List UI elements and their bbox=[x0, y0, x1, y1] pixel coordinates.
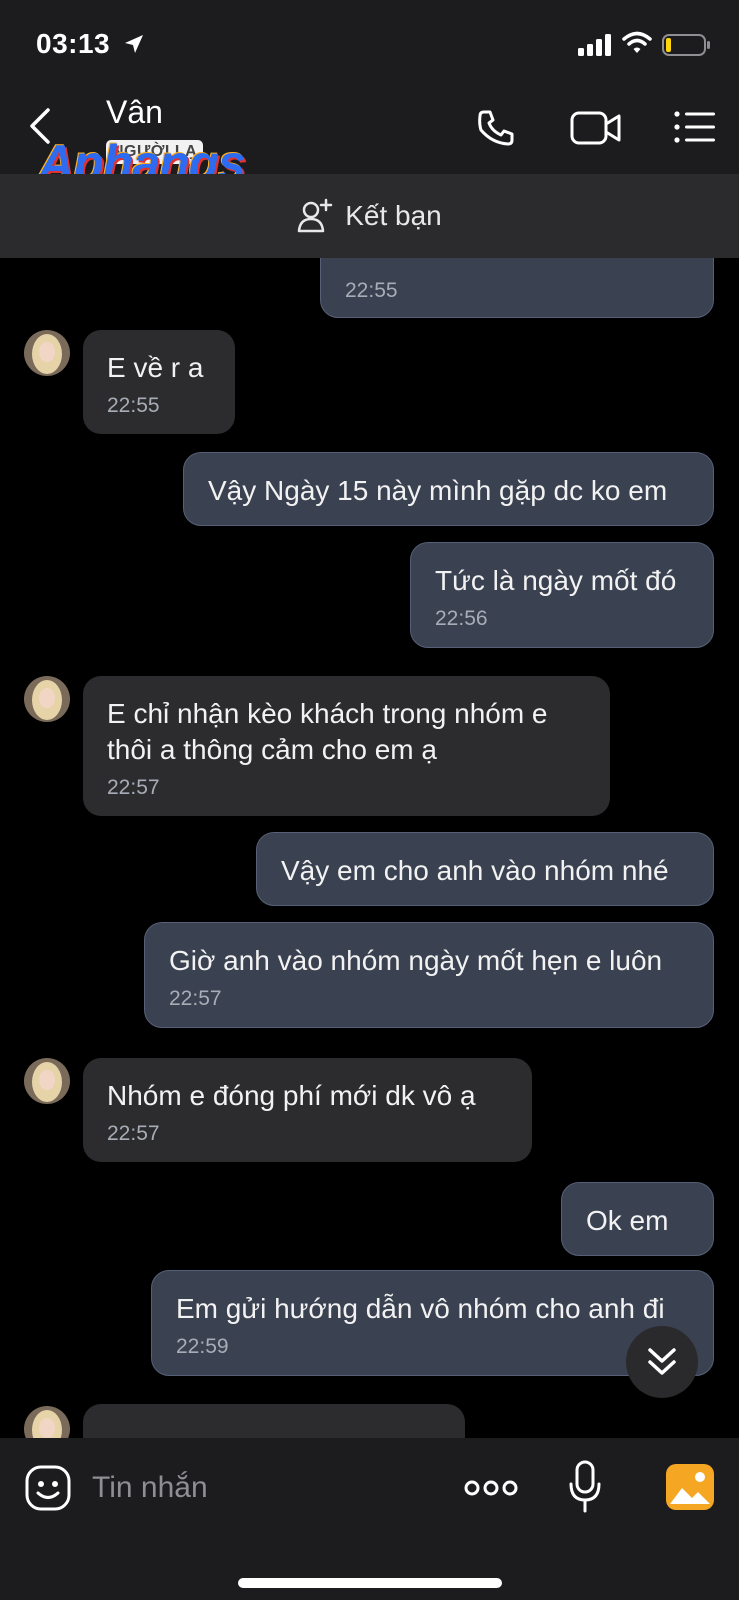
add-friend-label: Kết bạn bbox=[345, 200, 442, 231]
message-text: Vậy em cho anh vào nhóm nhé bbox=[281, 855, 669, 886]
message-text: Vậy Ngày 15 này mình gặp dc ko em bbox=[208, 475, 668, 506]
message-time: 22:55 bbox=[345, 279, 398, 302]
microphone-icon[interactable] bbox=[568, 1460, 602, 1514]
message-input[interactable] bbox=[92, 1462, 422, 1514]
video-call-icon[interactable] bbox=[570, 110, 622, 146]
scroll-to-bottom-button[interactable] bbox=[626, 1326, 698, 1398]
menu-list-icon[interactable] bbox=[674, 110, 716, 144]
avatar[interactable] bbox=[24, 330, 70, 376]
message-time: 22:57 bbox=[107, 776, 160, 799]
avatar-image bbox=[24, 1058, 70, 1104]
message-input-bar bbox=[0, 1438, 739, 1600]
status-bar: 03:13 bbox=[0, 0, 739, 80]
message-bubble-incoming[interactable]: Nhóm e đóng phí mới dk vô ạ 22:57 bbox=[83, 1058, 532, 1162]
back-chevron-icon[interactable] bbox=[26, 106, 56, 146]
avatar[interactable] bbox=[24, 676, 70, 722]
message-time: 22:59 bbox=[176, 1335, 229, 1358]
cellular-signal-icon bbox=[578, 34, 611, 56]
message-text: Giờ anh vào nhóm ngày mốt hẹn e luôn bbox=[169, 945, 663, 976]
contact-name[interactable]: Vân bbox=[106, 94, 163, 131]
add-user-icon bbox=[297, 198, 333, 233]
status-time: 03:13 bbox=[36, 28, 111, 59]
avatar[interactable] bbox=[24, 1058, 70, 1104]
avatar-image bbox=[24, 1406, 70, 1438]
message-text: E về r a bbox=[107, 352, 204, 383]
message-text: Tức là ngày mốt đó bbox=[435, 565, 677, 596]
message-bubble-incoming[interactable] bbox=[83, 1404, 465, 1438]
message-text: Nhóm e đóng phí mới dk vô ạ bbox=[107, 1080, 476, 1111]
location-arrow-icon bbox=[125, 35, 143, 53]
message-text bbox=[345, 258, 689, 271]
more-options-icon[interactable] bbox=[464, 1476, 518, 1500]
message-bubble-outgoing[interactable]: Tức là ngày mốt đó 22:56 bbox=[410, 542, 714, 648]
message-time: 22:55 bbox=[107, 394, 160, 417]
message-bubble-outgoing[interactable]: Ok em bbox=[561, 1182, 714, 1256]
add-friend-button[interactable]: Kết bạn bbox=[0, 174, 739, 258]
home-indicator bbox=[238, 1578, 502, 1588]
message-bubble-outgoing[interactable]: Giờ anh vào nhóm ngày mốt hẹn e luôn 22:… bbox=[144, 922, 714, 1028]
phone-call-icon[interactable] bbox=[476, 108, 516, 148]
chat-header: Vân NGƯỜI LẠ Aphangs .NET bbox=[0, 80, 739, 217]
message-bubble-outgoing[interactable]: Vậy em cho anh vào nhóm nhé bbox=[256, 832, 714, 906]
image-gallery-icon[interactable] bbox=[666, 1464, 714, 1510]
message-text: E chỉ nhận kèo khách trong nhóm e thôi a… bbox=[107, 698, 548, 765]
message-bubble-incoming[interactable]: E chỉ nhận kèo khách trong nhóm e thôi a… bbox=[83, 676, 610, 816]
message-text: Em gửi hướng dẫn vô nhóm cho anh đi bbox=[176, 1293, 665, 1324]
message-list[interactable]: 22:55 E về r a 22:55 Vậy Ngày 15 này mìn… bbox=[0, 258, 739, 1438]
message-bubble-incoming[interactable]: E về r a 22:55 bbox=[83, 330, 235, 434]
double-chevron-down-icon bbox=[648, 1348, 676, 1375]
message-time: 22:57 bbox=[107, 1122, 160, 1145]
message-text: Ok em bbox=[586, 1205, 669, 1236]
message-bubble-outgoing[interactable]: 22:55 bbox=[320, 258, 714, 318]
stranger-badge: NGƯỜI LẠ bbox=[106, 140, 204, 164]
avatar-image bbox=[24, 676, 70, 722]
wifi-icon bbox=[622, 31, 652, 53]
message-time: 22:56 bbox=[435, 607, 488, 630]
avatar[interactable] bbox=[24, 1406, 70, 1438]
battery-icon bbox=[662, 34, 710, 56]
sticker-emoji-icon[interactable] bbox=[24, 1464, 72, 1512]
message-bubble-outgoing[interactable]: Vậy Ngày 15 này mình gặp dc ko em bbox=[183, 452, 714, 526]
message-time: 22:57 bbox=[169, 987, 222, 1010]
avatar-image bbox=[24, 330, 70, 376]
